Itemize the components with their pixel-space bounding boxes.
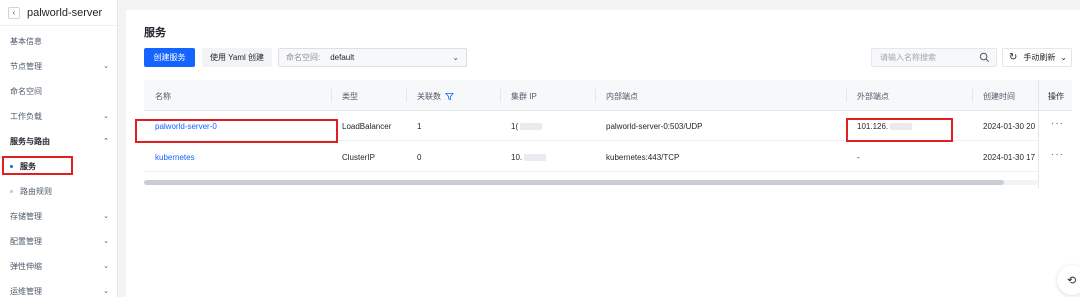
sidebar-item-config[interactable]: 配置管理 ⌄ — [0, 230, 118, 252]
sidebar-item-label: 弹性伸缩 — [10, 261, 42, 271]
sidebar-item-autoscaling[interactable]: 弹性伸缩 ⌄ — [0, 255, 118, 277]
sidebar-item-basic-info[interactable]: 基本信息 — [0, 30, 118, 52]
search-input[interactable]: 请输入名称搜索 — [871, 48, 997, 67]
column-header-internal-endpoint: 内部端点 — [606, 92, 638, 101]
column-header-external-endpoint: 外部端点 — [857, 92, 889, 101]
operations-column: 操作 ··· ··· — [1038, 80, 1072, 188]
column-divider — [331, 89, 332, 102]
service-type: ClusterIP — [342, 153, 375, 162]
column-header-operations-label: 操作 — [1048, 92, 1064, 101]
chevron-left-icon[interactable]: ‹ — [8, 6, 20, 19]
column-header-name: 名称 — [155, 92, 171, 101]
chevron-down-icon: ⌄ — [103, 213, 109, 220]
sidebar-item-storage[interactable]: 存储管理 ⌄ — [0, 205, 118, 227]
namespace-label: 命名空间: — [286, 53, 321, 62]
floating-help-button[interactable]: ⟲ — [1057, 265, 1080, 295]
namespace-value: default — [330, 53, 355, 62]
internal-endpoint: kubernetes:443/TCP — [606, 153, 680, 162]
sidebar-item-label: 配置管理 — [10, 236, 42, 246]
table-header: 名称 类型 关联数 集群 IP 内部端点 外部端点 创建时间 — [144, 80, 1072, 111]
refresh-icon: ↻ — [1009, 52, 1018, 63]
chevron-up-icon: ⌃ — [103, 138, 109, 145]
sidebar-item-label: 服务与路由 — [10, 136, 50, 146]
table-row: kubernetes ClusterIP 0 10. kubernetes:44… — [144, 142, 1072, 172]
sidebar-header: ‹ palworld-server — [0, 0, 117, 26]
column-divider — [846, 89, 847, 102]
sidebar-item-label: 命名空间 — [10, 86, 42, 96]
chevron-down-icon: ⌄ — [103, 113, 109, 120]
sidebar-item-label: 存储管理 — [10, 211, 42, 221]
cluster-ip-text: 1( — [511, 122, 519, 131]
page-title: 服务 — [144, 27, 166, 39]
namespace-select[interactable]: 命名空间: default ⌄ — [278, 48, 467, 67]
chevron-down-icon: ⌄ — [103, 238, 109, 245]
bullet-dot-icon — [10, 189, 13, 193]
column-header-created-time: 创建时间 — [983, 92, 1015, 101]
main-area: 服务 创建服务 使用 Yaml 创建 命名空间: default ⌄ 请输入名称… — [119, 0, 1080, 297]
column-divider — [595, 89, 596, 102]
more-actions-icon[interactable]: ··· — [1051, 118, 1064, 129]
chevron-down-icon: ⌄ — [452, 53, 459, 62]
horizontal-scrollbar[interactable] — [144, 180, 1038, 185]
sidebar-item-label: 路由规则 — [20, 186, 52, 196]
service-name-link[interactable]: kubernetes — [155, 153, 195, 162]
cluster-ip-text: 10. — [511, 153, 523, 162]
sidebar-item-label: 节点管理 — [10, 61, 42, 71]
sidebar-item-workloads[interactable]: 工作负载 ⌄ — [0, 105, 118, 127]
column-header-operations: 操作 — [1039, 80, 1072, 111]
filter-icon[interactable] — [445, 92, 455, 101]
sidebar-item-operations[interactable]: 运维管理 ⌄ — [0, 280, 118, 297]
manual-refresh-button[interactable]: ↻ 手动刷新 ⌄ — [1002, 48, 1072, 67]
create-service-button[interactable]: 创建服务 — [144, 48, 195, 67]
column-divider — [406, 89, 407, 102]
chevron-down-icon: ⌄ — [103, 263, 109, 270]
created-time: 2024-01-30 17 — [983, 153, 1036, 162]
search-icon[interactable] — [979, 52, 990, 63]
refresh-label: 手动刷新 — [1023, 53, 1056, 62]
sidebar-item-label: 运维管理 — [10, 286, 42, 296]
cluster-ip: 1( — [511, 122, 543, 131]
external-endpoint: - — [857, 153, 860, 162]
column-header-cluster-ip: 集群 IP — [511, 92, 537, 101]
column-header-count-label: 关联数 — [417, 92, 441, 101]
redacted-mask — [520, 123, 543, 131]
sidebar-item-service-routing[interactable]: 服务与路由 ⌃ — [0, 130, 118, 152]
chevron-down-icon: ⌄ — [103, 63, 109, 70]
more-actions-icon[interactable]: ··· — [1051, 149, 1064, 160]
sidebar-item-routing-rules[interactable]: 路由规则 — [0, 180, 118, 202]
chevron-down-icon: ⌄ — [103, 288, 109, 295]
content-panel: 服务 创建服务 使用 Yaml 创建 命名空间: default ⌄ 请输入名称… — [126, 10, 1080, 297]
highlight-box-external-endpoint — [846, 118, 953, 142]
sidebar-item-node-management[interactable]: 节点管理 ⌄ — [0, 55, 118, 77]
service-count: 1 — [417, 122, 422, 131]
column-divider — [500, 89, 501, 102]
sidebar-item-label: 基本信息 — [10, 36, 42, 46]
internal-endpoint: palworld-server-0:503/UDP — [606, 122, 703, 131]
highlight-box-service-name — [135, 119, 338, 143]
service-count: 0 — [417, 153, 422, 162]
search-placeholder: 请输入名称搜索 — [880, 53, 936, 62]
redacted-mask — [524, 154, 547, 162]
sidebar: ‹ palworld-server 基本信息 节点管理 ⌄ 命名空间 工作负载 … — [0, 0, 118, 297]
column-header-count: 关联数 — [417, 91, 455, 102]
created-time: 2024-01-30 20 — [983, 122, 1036, 131]
support-icon: ⟲ — [1067, 274, 1077, 287]
create-with-yaml-button[interactable]: 使用 Yaml 创建 — [202, 48, 272, 67]
cluster-title: palworld-server — [27, 6, 103, 19]
chevron-down-icon: ⌄ — [1060, 53, 1067, 62]
sidebar-item-namespaces[interactable]: 命名空间 — [0, 80, 118, 102]
cluster-ip: 10. — [511, 153, 547, 162]
column-header-type: 类型 — [342, 92, 358, 101]
highlight-box-services — [2, 156, 73, 175]
scrollbar-thumb[interactable] — [144, 180, 1004, 185]
service-type: LoadBalancer — [342, 122, 392, 131]
sidebar-item-label: 工作负载 — [10, 111, 42, 121]
column-divider — [972, 89, 973, 102]
